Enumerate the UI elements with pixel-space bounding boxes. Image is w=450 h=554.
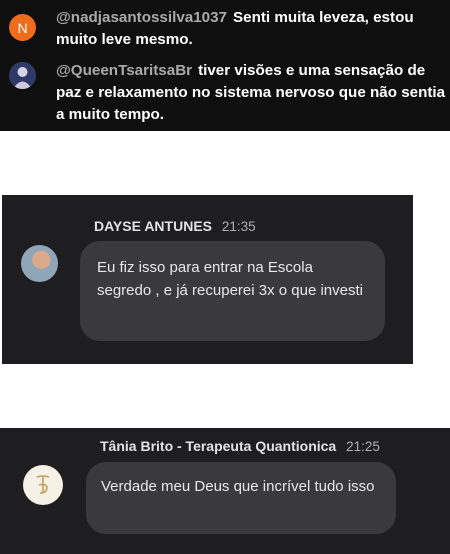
avatar[interactable] (21, 245, 58, 282)
avatar-image-icon (9, 62, 36, 89)
chat-author[interactable]: @QueenTsaritsaBr (56, 62, 192, 79)
message-text: Eu fiz isso para entrar na Escola segred… (97, 259, 363, 299)
message-text: Verdade meu Deus que incrível tudo isso (101, 478, 375, 495)
chat-author[interactable]: @nadjasantossilva1037 (56, 9, 227, 26)
message-time: 21:35 (221, 219, 256, 234)
chat-message-body: @QueenTsaritsaBr tiver visões e uma sensa… (56, 60, 446, 126)
avatar[interactable]: N (9, 14, 36, 41)
screenshot-collage: N @nadjasantossilva1037 Senti muita levez… (0, 0, 450, 554)
direct-message-panel: Tânia Brito - Terapeuta Quantionica 21:2… (0, 428, 450, 554)
message-header: DAYSE ANTUNES 21:35 (94, 218, 256, 234)
avatar-initial: N (17, 19, 28, 36)
avatar[interactable] (9, 62, 36, 89)
sender-name: DAYSE ANTUNES (94, 218, 212, 234)
chat-message-body: @nadjasantossilva1037 Senti muita leveza,… (56, 7, 446, 51)
message-header: Tânia Brito - Terapeuta Quantionica 21:2… (100, 438, 380, 454)
youtube-live-chat: N @nadjasantossilva1037 Senti muita levez… (0, 0, 450, 131)
message-time: 21:25 (346, 439, 380, 454)
logo-monogram-icon (24, 466, 62, 504)
avatar[interactable] (23, 465, 63, 505)
direct-message-panel: DAYSE ANTUNES 21:35 Eu fiz isso para ent… (2, 195, 413, 364)
message-bubble: Eu fiz isso para entrar na Escola segred… (80, 241, 385, 341)
sender-name: Tânia Brito - Terapeuta Quantionica (100, 438, 337, 454)
message-bubble: Verdade meu Deus que incrível tudo isso (86, 462, 396, 534)
